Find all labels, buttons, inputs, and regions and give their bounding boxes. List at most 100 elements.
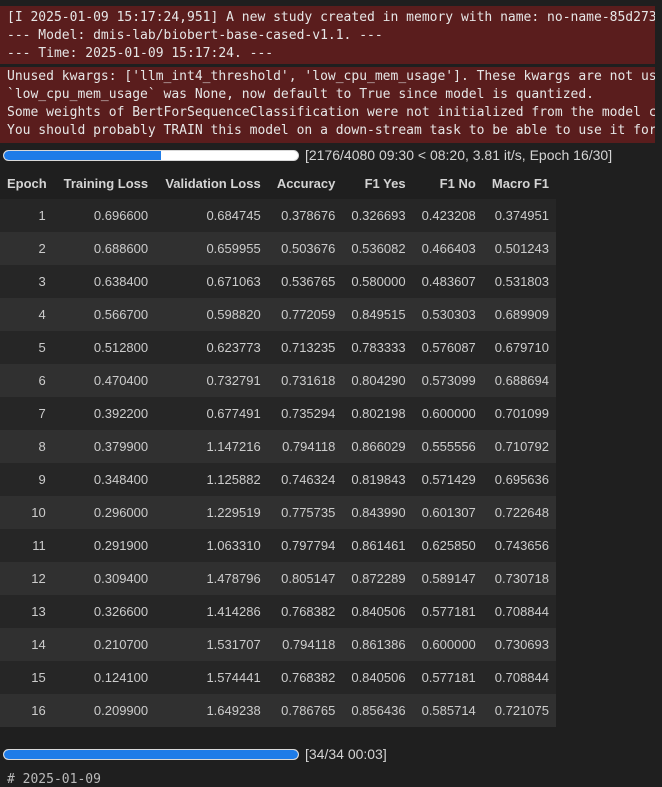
table-cell: 0.623773 [155, 331, 268, 364]
table-cell: 0.710792 [482, 430, 556, 463]
table-cell: 0.679710 [482, 331, 556, 364]
training-progress-bar [3, 149, 299, 161]
table-cell: 0.326600 [53, 595, 156, 628]
table-cell: 8 [0, 430, 54, 463]
table-cell: 1.531707 [155, 628, 268, 661]
table-cell: 0.721075 [482, 694, 556, 727]
table-cell: 1.125882 [155, 463, 268, 496]
table-cell: 0.566700 [53, 298, 156, 331]
output-line: --- Model: dmis-lab/biobert-base-cased-v… [7, 28, 383, 43]
table-cell: 0.768382 [267, 595, 343, 628]
table-cell: 0.573099 [412, 364, 483, 397]
table-cell: 0.580000 [342, 265, 413, 298]
table-cell: 0.600000 [412, 628, 483, 661]
optuna-log-output: [I 2025-01-09 15:17:24,951] A new study … [0, 6, 655, 64]
table-row: 12 0.309400 1.478796 0.805147 0.872289 0.5891… [0, 562, 556, 595]
column-header: F1 No [439, 175, 476, 191]
table-cell: 0.291900 [53, 529, 156, 562]
table-cell: 0.571429 [412, 463, 483, 496]
table-cell: 11 [0, 529, 54, 562]
table-cell: 0.731618 [267, 364, 343, 397]
table-cell: 0.840506 [342, 661, 413, 694]
table-cell: 0.378676 [267, 199, 343, 232]
table-row: 7 0.392200 0.677491 0.735294 0.802198 0.60000… [0, 397, 556, 430]
table-cell: 0.802198 [342, 397, 413, 430]
table-cell: 6 [0, 364, 54, 397]
table-cell: 0.794118 [267, 628, 343, 661]
table-cell: 0.722648 [482, 496, 556, 529]
table-row: 14 0.210700 1.531707 0.794118 0.861386 0.6000… [0, 628, 556, 661]
table-cell: 0.555556 [412, 430, 483, 463]
table-cell: 0.732791 [155, 364, 268, 397]
table-row: 3 0.638400 0.671063 0.536765 0.580000 0.48360… [0, 265, 556, 298]
trailing-output-line: # 2025-01-09 [7, 772, 101, 787]
output-line: Some weights of BertForSequenceClassific… [7, 105, 655, 120]
table-cell: 4 [0, 298, 54, 331]
table-cell: 0.794118 [267, 430, 343, 463]
table-cell: 0.392200 [53, 397, 156, 430]
table-cell: 0.843990 [342, 496, 413, 529]
table-cell: 0.483607 [412, 265, 483, 298]
table-cell: 0.746324 [267, 463, 343, 496]
table-cell: 0.589147 [412, 562, 483, 595]
table-cell: 0.708844 [482, 661, 556, 694]
table-cell: 0.423208 [412, 199, 483, 232]
table-cell: 0.735294 [267, 397, 343, 430]
table-cell: 0.804290 [342, 364, 413, 397]
table-cell: 3 [0, 265, 54, 298]
table-cell: 0.577181 [412, 595, 483, 628]
table-cell: 0.309400 [53, 562, 156, 595]
table-cell: 10 [0, 496, 54, 529]
training-progress-text: [2176/4080 09:30 < 08:20, 3.81 it/s, Epo… [305, 147, 613, 163]
table-cell: 0.531803 [482, 265, 556, 298]
table-cell: 5 [0, 331, 54, 364]
table-cell: 1.229519 [155, 496, 268, 529]
table-cell: 1 [0, 199, 54, 232]
table-cell: 0.503676 [267, 232, 343, 265]
table-cell: 0.379900 [53, 430, 156, 463]
table-cell: 0.743656 [482, 529, 556, 562]
table-cell: 16 [0, 694, 54, 727]
table-cell: 0.713235 [267, 331, 343, 364]
table-cell: 0.576087 [412, 331, 483, 364]
table-cell: 12 [0, 562, 54, 595]
table-cell: 0.638400 [53, 265, 156, 298]
table-cell: 13 [0, 595, 54, 628]
table-cell: 1.478796 [155, 562, 268, 595]
output-line: You should probably TRAIN this model on … [7, 123, 655, 138]
table-cell: 0.872289 [342, 562, 413, 595]
table-row: 5 0.512800 0.623773 0.713235 0.783333 0.57608… [0, 331, 556, 364]
table-cell: 0.819843 [342, 463, 413, 496]
table-cell: 0.348400 [53, 463, 156, 496]
table-cell: 0.124100 [53, 661, 156, 694]
table-row: 11 0.291900 1.063310 0.797794 0.861461 0.6258… [0, 529, 556, 562]
training-progress-fill [4, 150, 161, 160]
table-cell: 0.601307 [412, 496, 483, 529]
column-header: Validation Loss [165, 175, 261, 191]
output-line: Unused kwargs: ['llm_int4_threshold', 'l… [7, 69, 655, 84]
table-cell: 0.501243 [482, 232, 556, 265]
table-cell: 2 [0, 232, 54, 265]
table-cell: 0.866029 [342, 430, 413, 463]
table-cell: 0.861461 [342, 529, 413, 562]
column-header: Accuracy [276, 175, 336, 191]
table-cell: 0.688694 [482, 364, 556, 397]
table-cell: 0.695636 [482, 463, 556, 496]
table-row: 4 0.566700 0.598820 0.772059 0.849515 0.53030… [0, 298, 556, 331]
table-cell: 0.775735 [267, 496, 343, 529]
table-cell: 0.701099 [482, 397, 556, 430]
evaluation-progress-bar [3, 748, 299, 760]
table-cell: 1.063310 [155, 529, 268, 562]
training-progress: [2176/4080 09:30 < 08:20, 3.81 it/s, Epo… [3, 145, 612, 165]
evaluation-progress-fill [4, 749, 298, 759]
column-header: Training Loss [63, 175, 149, 191]
table-header-row: Epoch Training Loss Validation Loss Accurac… [0, 167, 556, 199]
table-cell: 15 [0, 661, 54, 694]
table-row: 9 0.348400 1.125882 0.746324 0.819843 0.57142… [0, 463, 556, 496]
table-cell: 0.730718 [482, 562, 556, 595]
table-row: 6 0.470400 0.732791 0.731618 0.804290 0.57309… [0, 364, 556, 397]
table-cell: 0.470400 [53, 364, 156, 397]
table-cell: 0.684745 [155, 199, 268, 232]
table-cell: 0.689909 [482, 298, 556, 331]
table-cell: 0.577181 [412, 661, 483, 694]
